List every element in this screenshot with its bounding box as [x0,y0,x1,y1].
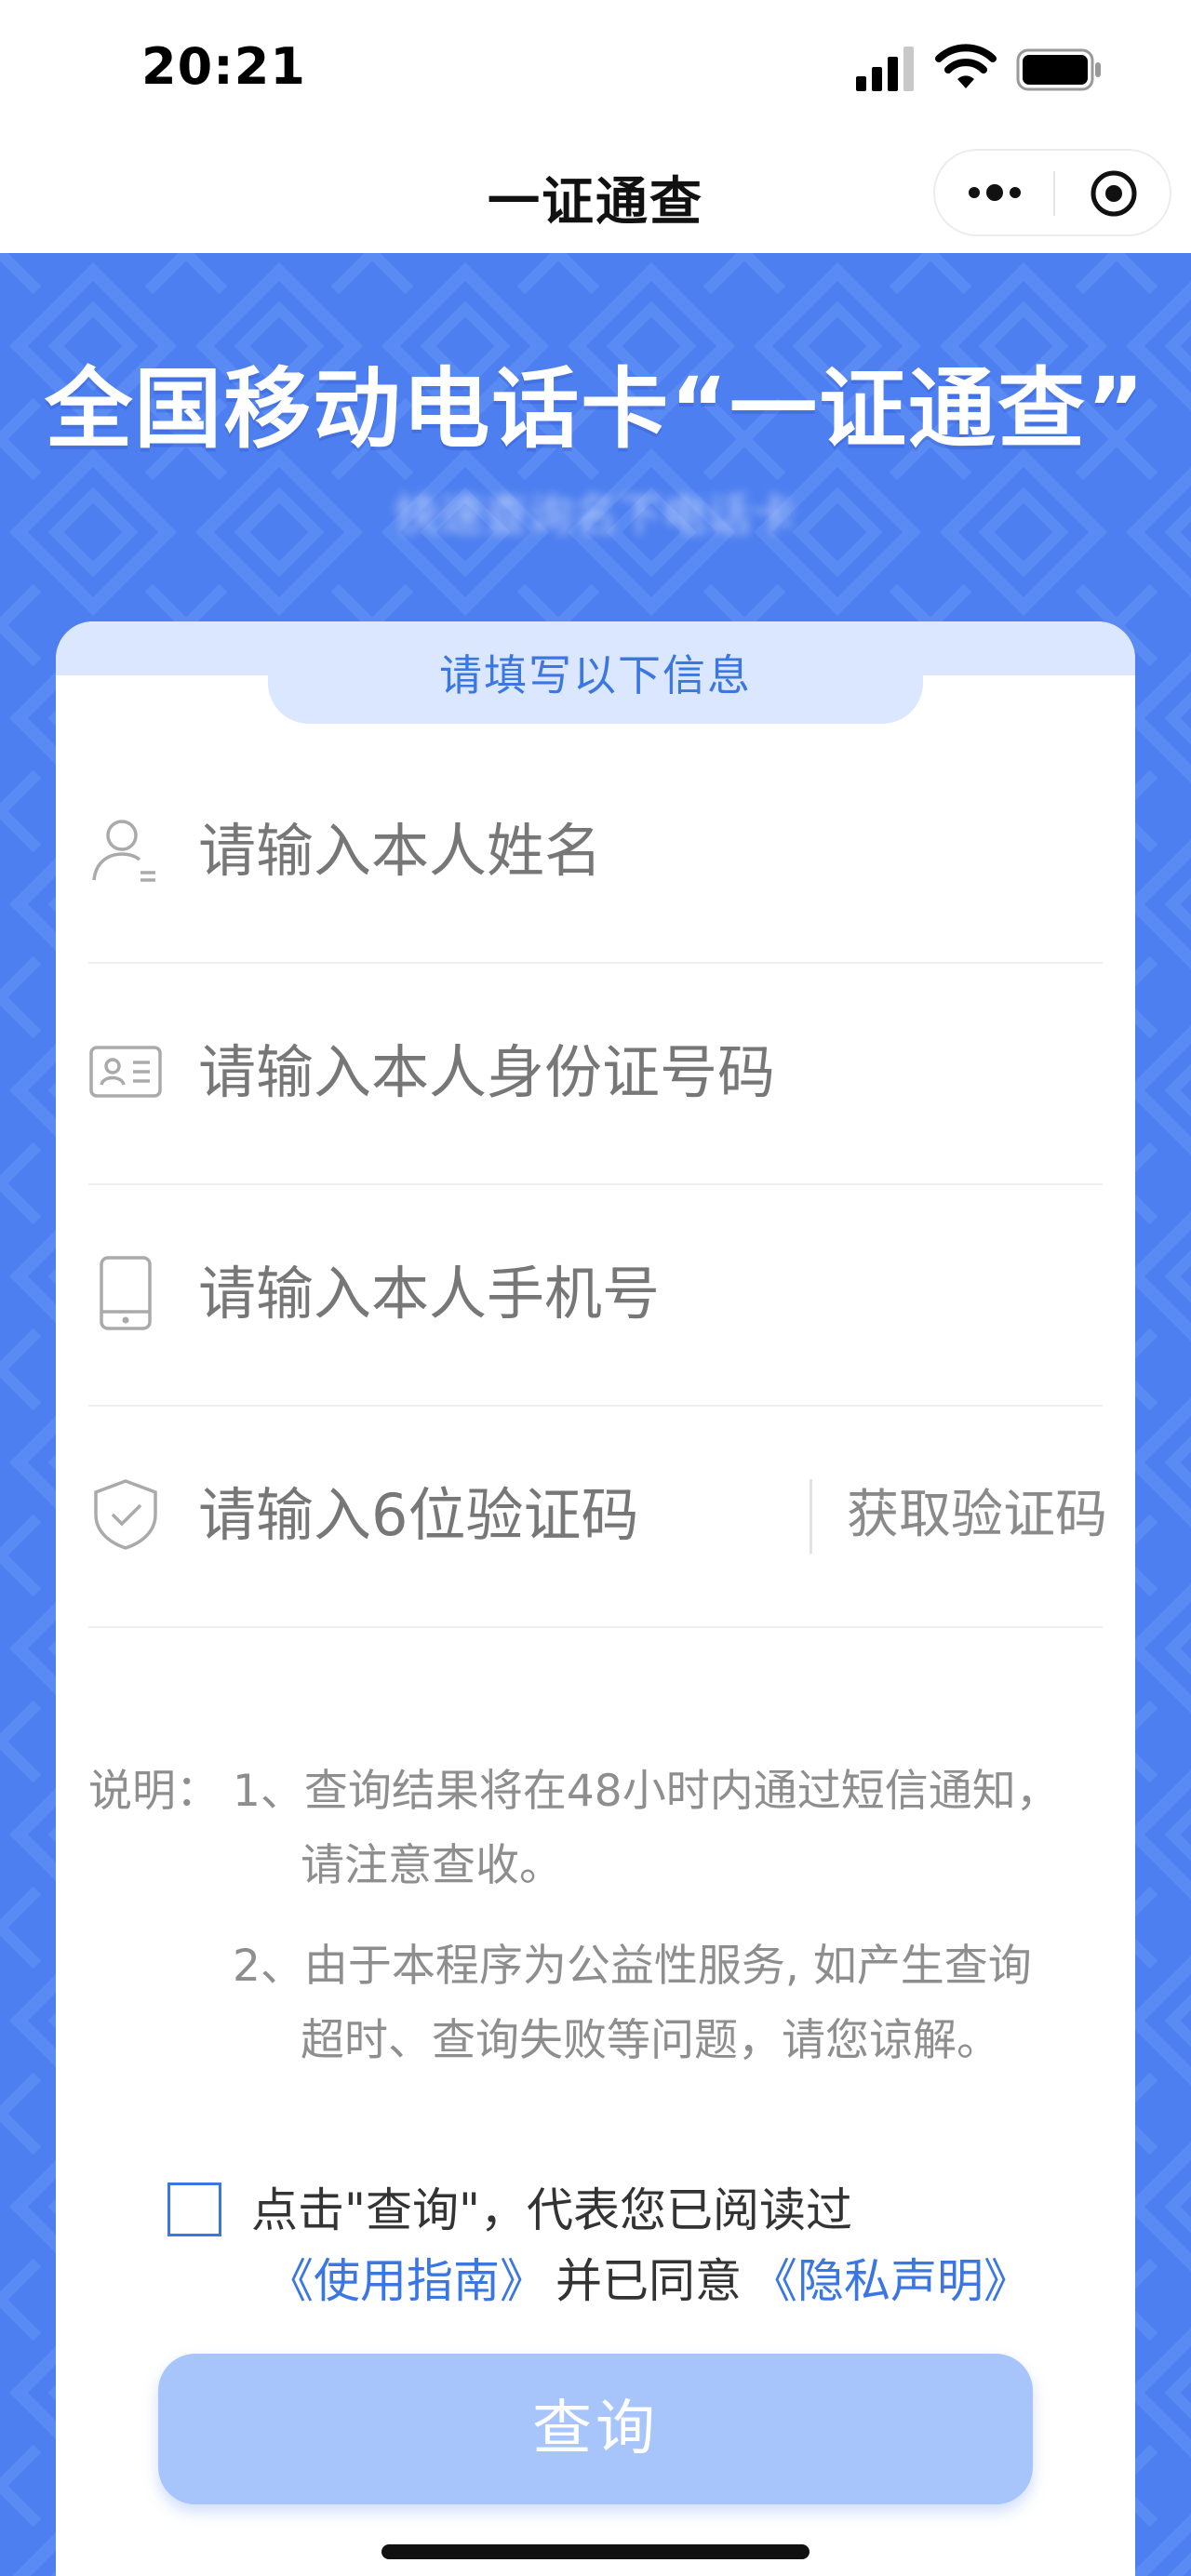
user-icon [92,820,155,882]
target-icon[interactable] [1090,169,1138,218]
get-code-button[interactable]: 获取验证码 [847,1405,1107,1626]
agree-checkbox[interactable] [167,2182,221,2236]
instruction-1-continued: 请注意查收。 [301,1840,563,1891]
banner-title: 全国移动电话卡“一证通查” [45,359,1146,460]
phone-field[interactable]: 请输入本人手机号 [88,1183,1103,1407]
instruction-2-continued: 超时、查询失败等问题，请您谅解。 [301,2015,1000,2066]
wifi-icon [935,44,997,88]
id-number-input[interactable]: 请输入本人身份证号码 [198,962,831,1183]
name-field[interactable]: 请输入本人姓名 [88,741,1103,964]
card-header-text: 请填写以下信息 [439,650,752,701]
agreement-links: 《使用指南》 并已同意 《隐私声明》 [267,2248,1030,2315]
banner: 全国移动电话卡“一证通查” 快速查询名下电话卡 请填写以下信息 请输入本人姓名 [0,253,1191,2576]
miniprogram-capsule [933,149,1171,236]
phone-icon [100,1256,152,1330]
more-icon[interactable] [965,179,1024,207]
banner-subtitle: 快速查询名下电话卡 [394,489,796,541]
privacy-statement-link[interactable]: 《隐私声明》 [751,2254,1030,2308]
status-bar: 20:21 [0,0,1191,140]
id-number-field[interactable]: 请输入本人身份证号码 [88,962,1103,1185]
capsule-divider [1053,171,1055,216]
instruction-1: 1、查询结果将在48小时内通过短信通知， [233,1766,1060,1817]
name-input[interactable]: 请输入本人姓名 [198,741,831,962]
verification-code-field[interactable]: 请输入6位验证码 获取验证码 [88,1405,1107,1628]
id-card-icon [89,1046,162,1098]
query-button[interactable]: 查询 [158,2354,1033,2504]
form-card: 请填写以下信息 请输入本人姓名 请输入本人身份证号码 请输入本人手机号 请输入6… [56,621,1135,2576]
verification-code-input[interactable]: 请输入6位验证码 [198,1405,831,1626]
battery-icon [1016,48,1101,91]
phone-input[interactable]: 请输入本人手机号 [198,1183,831,1405]
code-divider [810,1479,812,1554]
agreement-text: 点击"查询"，代表您已阅读过 [251,2183,852,2237]
signal-icon [856,47,914,91]
navigation-bar: 一证通查 [0,140,1191,253]
status-time: 20:21 [141,37,306,96]
usage-guide-link[interactable]: 《使用指南》 [267,2254,546,2308]
instructions-label: 说明： [88,1766,220,1817]
agreement-middle-text: 并已同意 [555,2254,742,2308]
shield-icon [94,1479,157,1550]
home-indicator [381,2544,810,2559]
instruction-2: 2、由于本程序为公益性服务, 如产生查询 [233,1941,1032,1992]
